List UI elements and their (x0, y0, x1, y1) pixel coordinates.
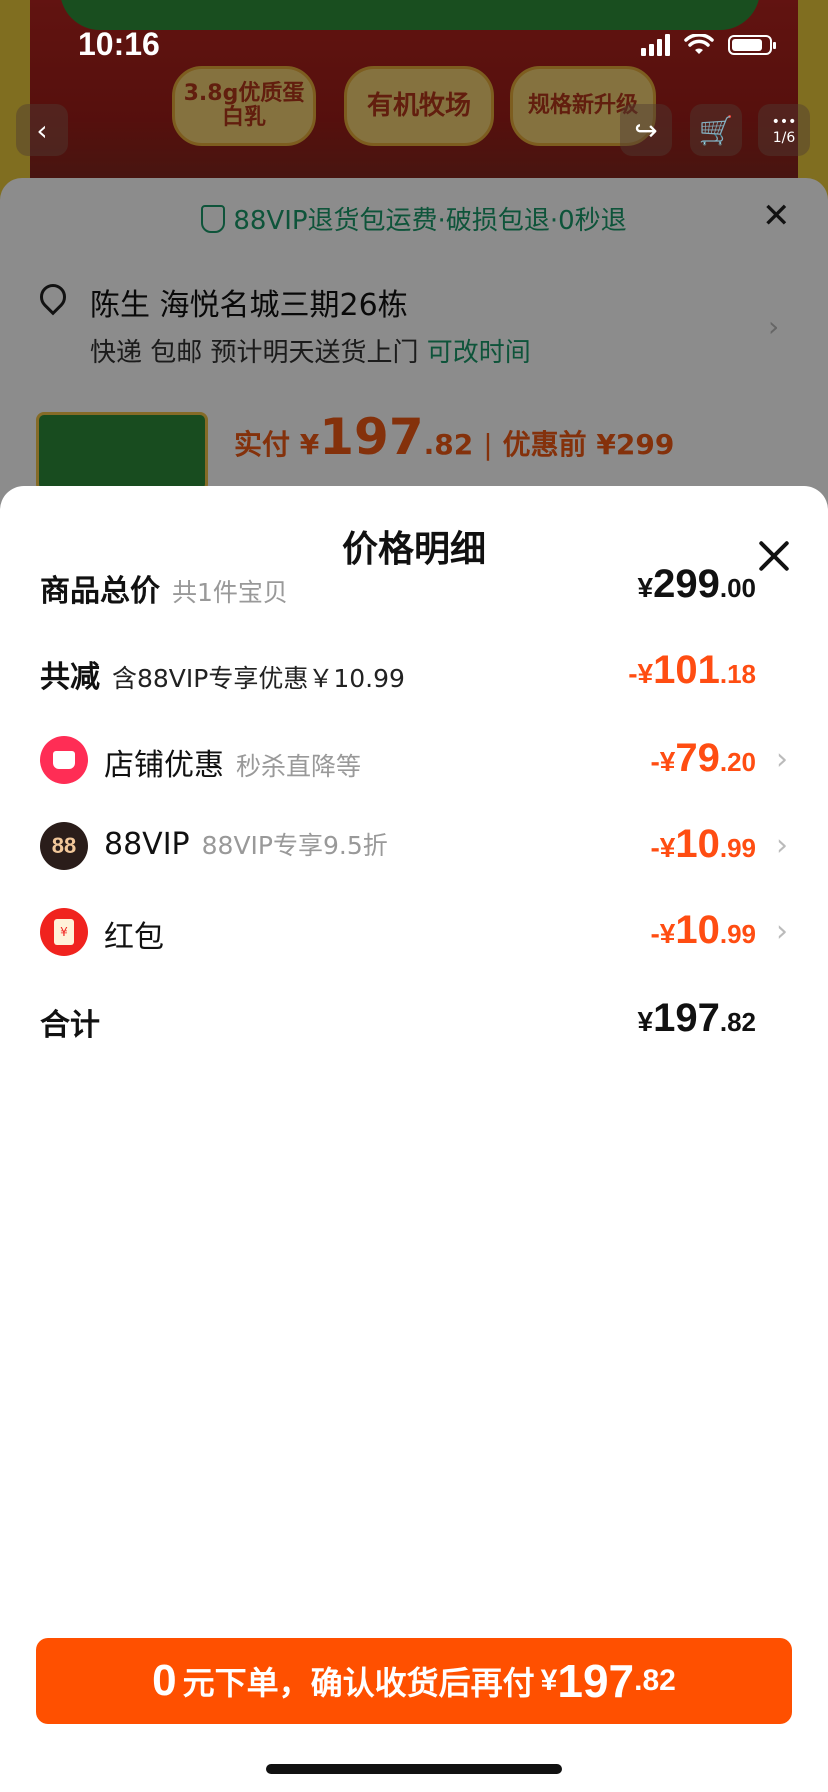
vip-88-icon: 88 (40, 822, 88, 870)
price-row-total: 商品总价 共1件宝贝 ¥299.00 (0, 556, 828, 616)
image-page-counter: 1/6 (772, 130, 796, 146)
row-sub: 含88VIP专享优惠￥10.99 (112, 664, 405, 693)
chevron-right-icon[interactable]: › (776, 742, 788, 777)
battery-icon (728, 35, 776, 55)
row-label: 合计 (40, 1008, 100, 1043)
row-amount: -¥101.18 (628, 648, 756, 692)
status-bar: 10:16 (0, 0, 828, 96)
row-label: 店铺优惠 秒杀直降等 (104, 748, 362, 783)
chevron-right-icon[interactable]: › (776, 914, 788, 949)
row-sub: 88VIP专享9.5折 (201, 831, 388, 860)
status-time: 10:16 (78, 26, 160, 62)
row-amount: -¥79.20 (650, 736, 756, 780)
home-indicator[interactable] (266, 1764, 562, 1774)
red-packet-icon: ¥ (40, 908, 88, 956)
row-amount: -¥10.99 (650, 908, 756, 952)
row-sub: 秒杀直降等 (236, 752, 362, 781)
row-label: 商品总价 共1件宝贝 (40, 574, 288, 609)
row-label: 红包 (104, 920, 164, 955)
cart-icon[interactable]: 🛒 (690, 104, 742, 156)
price-detail-modal: 价格明细 商品总价 共1件宝贝 ¥299.00 共减 含88VIP专享优惠￥10.9… (0, 486, 828, 1792)
row-amount: -¥10.99 (650, 822, 756, 866)
row-sub: 共1件宝贝 (172, 578, 288, 607)
price-row-discount-total: 共减 含88VIP专享优惠￥10.99 -¥101.18 (0, 642, 828, 702)
cellular-signal-icon (641, 34, 670, 56)
price-row-grand-total: 合计 ¥197.82 (0, 990, 828, 1050)
row-amount: ¥299.00 (637, 562, 756, 606)
status-icons (641, 34, 776, 56)
row-label: 共减 含88VIP专享优惠￥10.99 (40, 660, 405, 695)
price-row-red-packet[interactable]: ¥ 红包 -¥10.99 › (0, 902, 828, 962)
row-amount: ¥197.82 (637, 996, 756, 1040)
back-icon[interactable]: ‹ (16, 104, 68, 156)
row-label: 88VIP 88VIP专享9.5折 (104, 827, 388, 862)
wifi-icon (684, 34, 714, 54)
store-icon (40, 736, 88, 784)
chevron-right-icon[interactable]: › (776, 828, 788, 863)
price-row-store-discount[interactable]: 店铺优惠 秒杀直降等 -¥79.20 › (0, 730, 828, 790)
price-row-88vip[interactable]: 88 88VIP 88VIP专享9.5折 -¥10.99 › (0, 816, 828, 876)
more-dots: ••• (771, 114, 797, 130)
more-icon[interactable]: ••• 1/6 (758, 104, 810, 156)
share-icon[interactable]: ↪ (620, 104, 672, 156)
pay-later-button[interactable]: 0 元下单，确认收货后再付 ¥197.82 (36, 1638, 792, 1724)
